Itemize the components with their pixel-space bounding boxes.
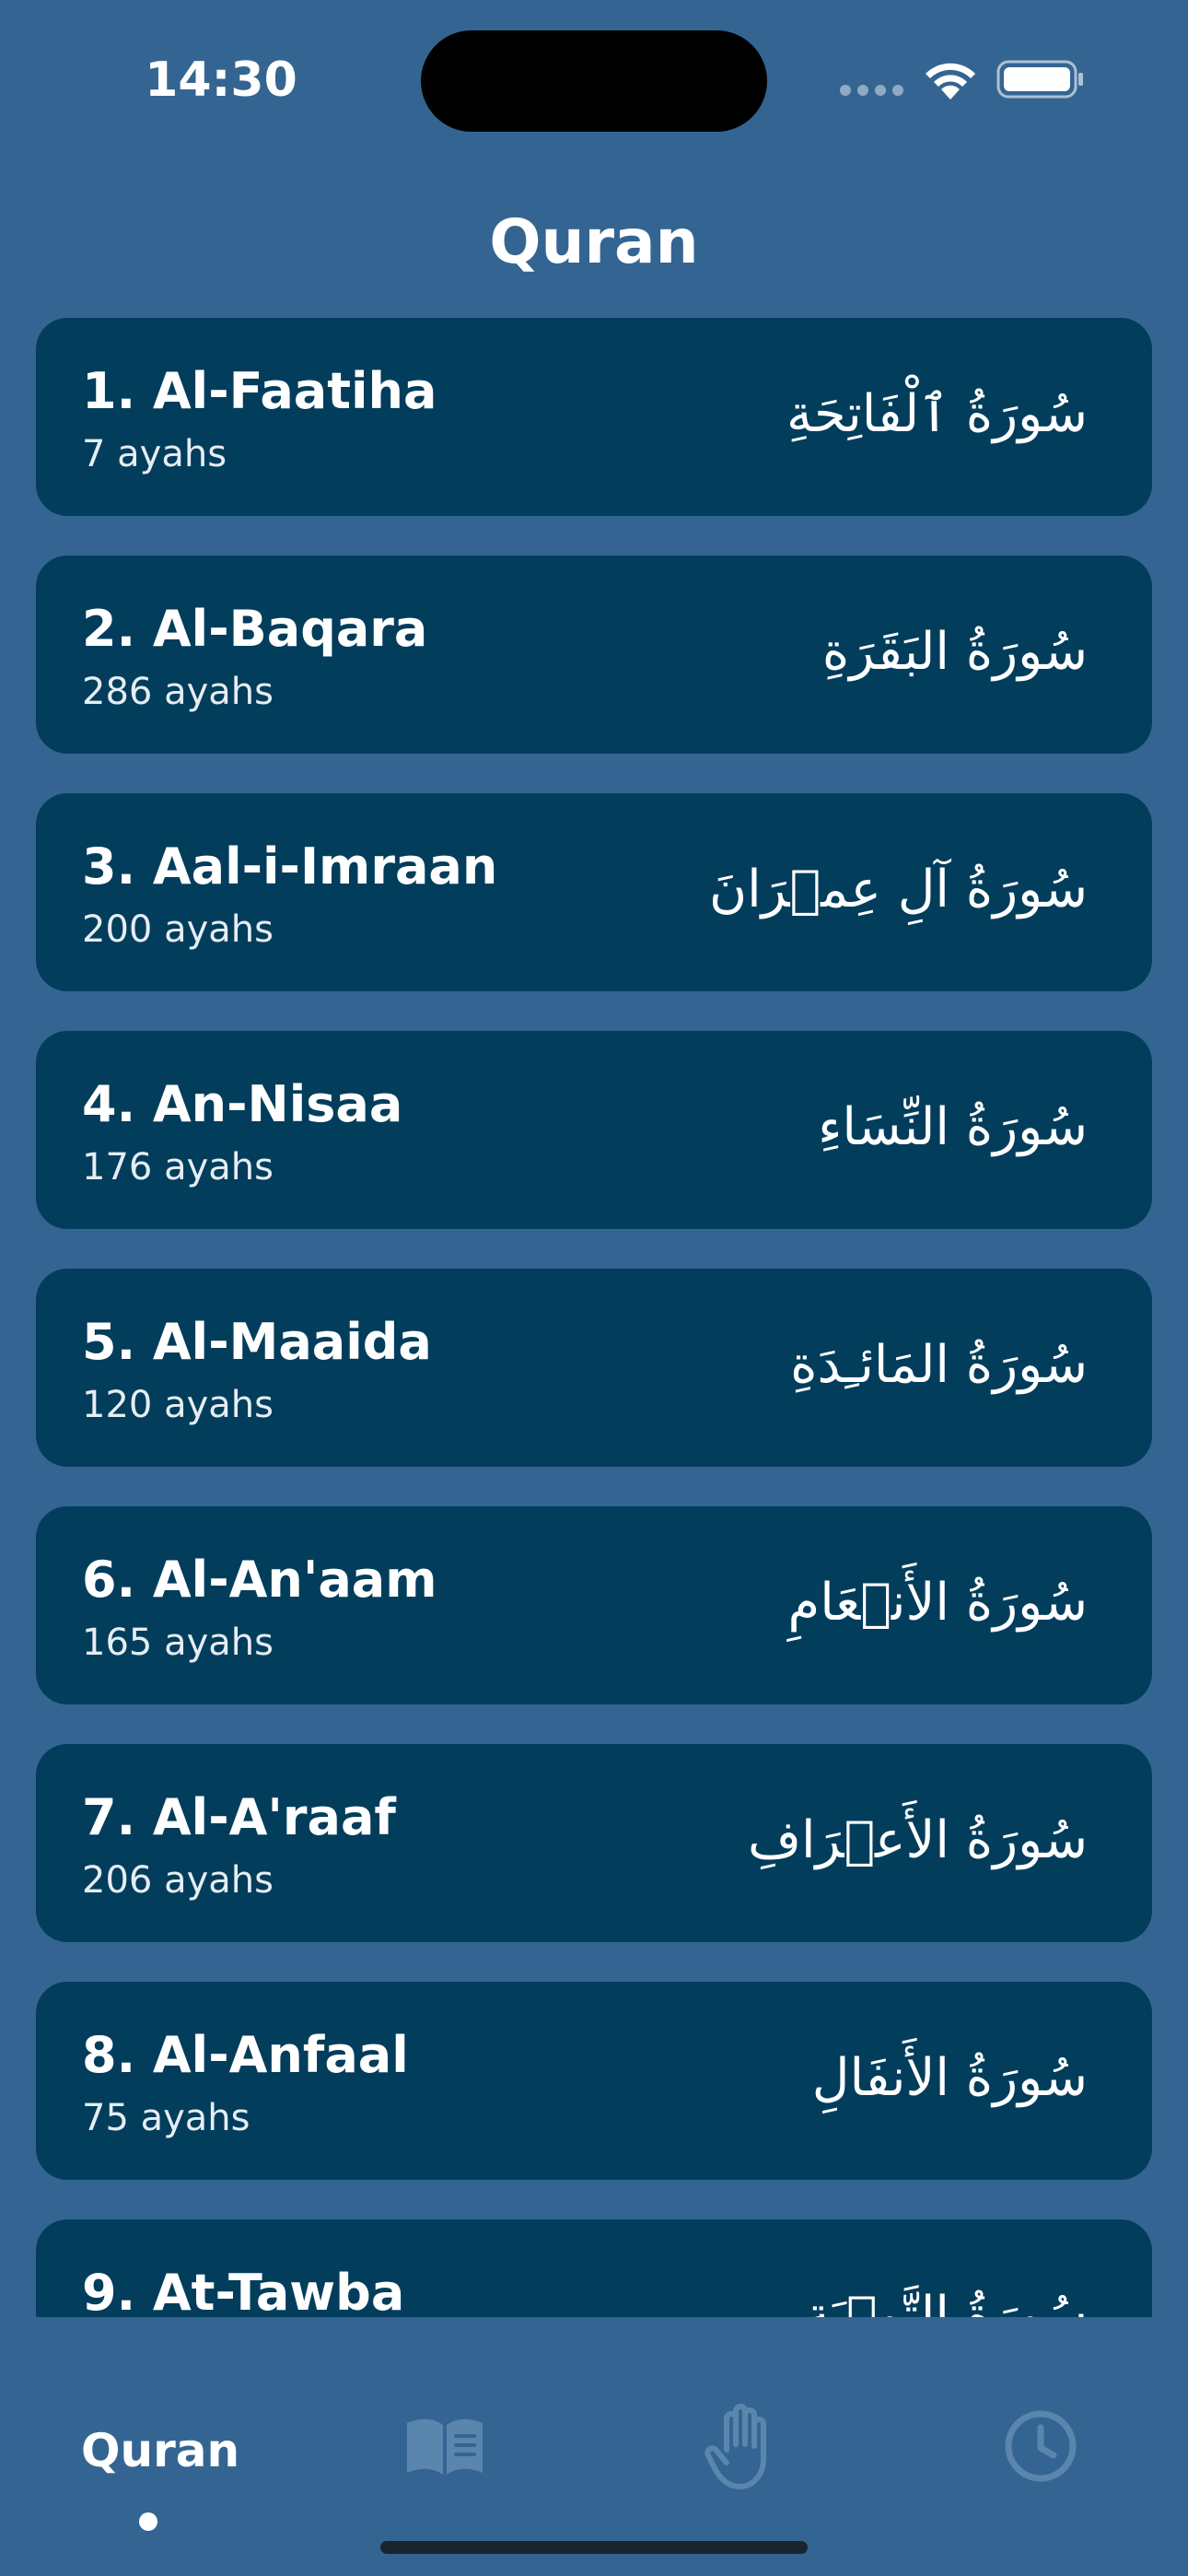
surah-card-aal-i-imraan[interactable]: 3. Aal-i-Imraan 200 ayahs سُورَةُ آلِ عِ… <box>36 793 1152 991</box>
dynamic-island <box>421 30 767 132</box>
surah-arabic-name: سُورَةُ التَّوۡبَةِ <box>804 2286 1088 2317</box>
surah-arabic-name: سُورَةُ آلِ عِمۡرَانَ <box>708 860 1088 919</box>
surah-card-al-anaam[interactable]: 6. Al-An'aam 165 ayahs سُورَةُ الأَنۡعَا… <box>36 1506 1152 1704</box>
surah-ayah-count: 206 ayahs <box>82 1859 274 1902</box>
surah-ayah-count: 165 ayahs <box>82 1622 274 1664</box>
surah-card-al-maaida[interactable]: 5. Al-Maaida 120 ayahs سُورَةُ المَائـِد… <box>36 1269 1152 1467</box>
surah-arabic-name: سُورَةُ المَائـِدَةِ <box>790 1335 1088 1395</box>
surah-name: 8. Al-Anfaal <box>82 2026 409 2084</box>
surah-name: 5. Al-Maaida <box>82 1313 432 1371</box>
surah-name: 9. At-Tawba <box>82 2264 405 2317</box>
wifi-icon <box>926 63 975 100</box>
cellular-signal-icon <box>840 85 904 100</box>
surah-arabic-name: سُورَةُ ٱلْفَاتِحَةِ <box>786 384 1088 444</box>
surah-name: 7. Al-A'raaf <box>82 1788 396 1846</box>
surah-ayah-count: 200 ayahs <box>82 908 274 951</box>
surah-arabic-name: سُورَةُ الأَعۡرَافِ <box>747 1810 1088 1870</box>
surah-ayah-count: 176 ayahs <box>82 1146 274 1188</box>
surah-ayah-count: 7 ayahs <box>82 433 227 475</box>
active-tab-indicator <box>139 2512 157 2531</box>
surah-list[interactable]: 1. Al-Faatiha 7 ayahs سُورَةُ ٱلْفَاتِحَ… <box>0 318 1188 2317</box>
surah-name: 3. Aal-i-Imraan <box>82 837 498 896</box>
surah-name: 4. An-Nisaa <box>82 1075 403 1133</box>
surah-card-an-nisaa[interactable]: 4. An-Nisaa 176 ayahs سُورَةُ النِّسَاءِ <box>36 1031 1152 1229</box>
surah-card-al-araaf[interactable]: 7. Al-A'raaf 206 ayahs سُورَةُ الأَعۡرَا… <box>36 1744 1152 1942</box>
surah-arabic-name: سُورَةُ الأَنۡعَامِ <box>787 1573 1088 1633</box>
surah-arabic-name: سُورَةُ النِّسَاءِ <box>818 1097 1088 1157</box>
surah-card-al-anfaal[interactable]: 8. Al-Anfaal 75 ayahs سُورَةُ الأَنفَالِ <box>36 1982 1152 2180</box>
surah-card-at-tawba[interactable]: 9. At-Tawba سُورَةُ التَّوۡبَةِ <box>36 2219 1152 2317</box>
surah-ayah-count: 75 ayahs <box>82 2097 250 2139</box>
hand-icon[interactable] <box>705 2402 778 2490</box>
home-indicator[interactable] <box>380 2541 808 2554</box>
book-icon[interactable] <box>403 2414 486 2478</box>
tab-quran[interactable]: Quran <box>55 2317 240 2531</box>
surah-name: 1. Al-Faatiha <box>82 362 437 420</box>
status-bar: 14:30 <box>0 0 1188 166</box>
surah-ayah-count: 120 ayahs <box>82 1384 274 1426</box>
surah-ayah-count: 286 ayahs <box>82 671 274 713</box>
status-time: 14:30 <box>145 53 297 108</box>
tab-quran-label: Quran <box>81 2424 240 2477</box>
surah-name: 2. Al-Baqara <box>82 600 428 658</box>
battery-icon <box>996 60 1083 99</box>
tab-bar: Quran <box>0 2317 1188 2576</box>
surah-card-al-baqara[interactable]: 2. Al-Baqara 286 ayahs سُورَةُ البَقَرَة… <box>36 556 1152 754</box>
surah-name: 6. Al-An'aam <box>82 1551 437 1609</box>
clock-icon[interactable] <box>1004 2409 1077 2483</box>
surah-arabic-name: سُورَةُ البَقَرَةِ <box>821 622 1088 682</box>
surah-card-al-faatiha[interactable]: 1. Al-Faatiha 7 ayahs سُورَةُ ٱلْفَاتِحَ… <box>36 318 1152 516</box>
page-title: Quran <box>489 206 699 277</box>
surah-arabic-name: سُورَةُ الأَنفَالِ <box>811 2048 1088 2108</box>
